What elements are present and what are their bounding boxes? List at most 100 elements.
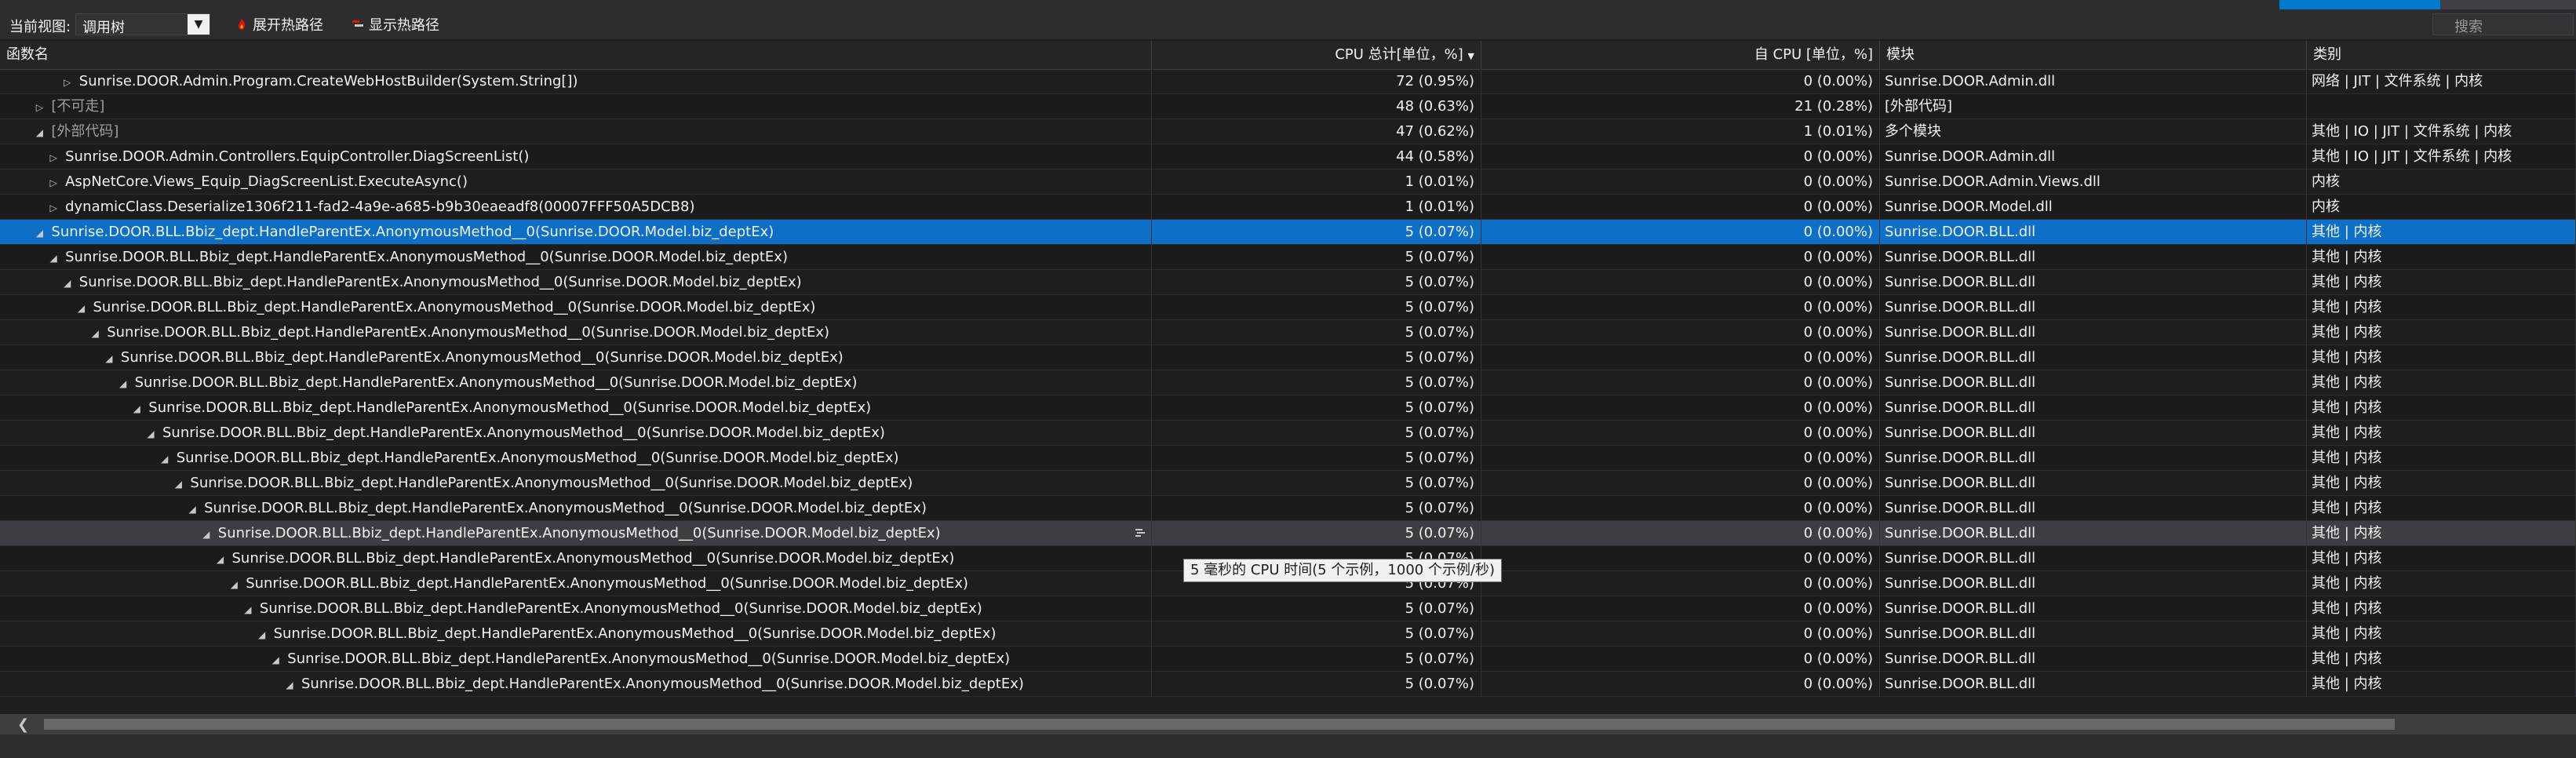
- function-name-cell[interactable]: ▷ dynamicClass.Deserialize1306f211-fad2-4…: [0, 195, 1152, 220]
- table-row[interactable]: ◢ Sunrise.DOOR.BLL.Bbiz_dept.HandleParent…: [0, 345, 2576, 370]
- function-name-cell[interactable]: ▷ Sunrise.DOOR.Admin.Program.CreateWebHos…: [0, 69, 1152, 94]
- expanded-triangle-icon[interactable]: ◢: [213, 548, 228, 571]
- expanded-triangle-icon[interactable]: ◢: [116, 372, 130, 395]
- category-cell: 内核: [2307, 195, 2576, 220]
- function-name-cell[interactable]: ▷ AspNetCore.Views_Equip_DiagScreenList.E…: [0, 169, 1152, 195]
- expanded-triangle-icon[interactable]: ◢: [241, 598, 255, 621]
- table-row[interactable]: ◢ Sunrise.DOOR.BLL.Bbiz_dept.HandleParent…: [0, 245, 2576, 270]
- function-name-cell[interactable]: ◢ Sunrise.DOOR.BLL.Bbiz_dept.HandleParent…: [0, 421, 1152, 446]
- expanded-triangle-icon[interactable]: ◢: [32, 221, 46, 245]
- table-row[interactable]: ◢ Sunrise.DOOR.BLL.Bbiz_dept.HandleParent…: [0, 471, 2576, 496]
- table-row[interactable]: ▷ [不可走] 48 (0.63%) 21 (0.28%) [外部代码]: [0, 94, 2576, 119]
- flame-icon: [239, 19, 246, 30]
- function-name-cell[interactable]: ◢ Sunrise.DOOR.BLL.Bbiz_dept.HandleParent…: [0, 496, 1152, 521]
- expanded-triangle-icon[interactable]: ◢: [144, 422, 158, 446]
- function-name-cell[interactable]: ◢ Sunrise.DOOR.BLL.Bbiz_dept.HandleParent…: [0, 471, 1152, 496]
- module-cell: Sunrise.DOOR.BLL.dll: [1880, 345, 2307, 370]
- function-name-cell[interactable]: ◢ Sunrise.DOOR.BLL.Bbiz_dept.HandleParent…: [0, 446, 1152, 471]
- expanded-triangle-icon[interactable]: ◢: [185, 497, 199, 521]
- category-cell: 其他 | 内核: [2307, 571, 2576, 596]
- function-name-cell[interactable]: ◢ Sunrise.DOOR.BLL.Bbiz_dept.HandleParent…: [0, 320, 1152, 345]
- category-cell: 其他 | 内核: [2307, 370, 2576, 395]
- module-cell: Sunrise.DOOR.Admin.dll: [1880, 144, 2307, 169]
- expanded-triangle-icon[interactable]: ◢: [32, 121, 46, 144]
- chevron-down-icon[interactable]: ▼: [188, 14, 210, 35]
- expanded-triangle-icon[interactable]: ◢: [88, 322, 102, 345]
- expanded-triangle-icon[interactable]: ◢: [75, 297, 89, 320]
- expanded-triangle-icon[interactable]: ◢: [46, 246, 60, 270]
- cpu-total-cell: 5 (0.07%): [1152, 521, 1481, 546]
- function-name-cell[interactable]: ◢ Sunrise.DOOR.BLL.Bbiz_dept.HandleParent…: [0, 596, 1152, 621]
- table-row[interactable]: ◢ Sunrise.DOOR.BLL.Bbiz_dept.HandleParent…: [0, 220, 2576, 245]
- function-name-cell[interactable]: ▷ [不可走]: [0, 94, 1152, 119]
- function-name-cell[interactable]: ◢ Sunrise.DOOR.BLL.Bbiz_dept.HandleParent…: [0, 295, 1152, 320]
- table-row[interactable]: ◢ Sunrise.DOOR.BLL.Bbiz_dept.HandleParent…: [0, 395, 2576, 421]
- function-name-cell[interactable]: ◢ [外部代码]: [0, 119, 1152, 144]
- expanded-triangle-icon[interactable]: ◢: [199, 523, 213, 546]
- expanded-triangle-icon[interactable]: ◢: [282, 673, 297, 697]
- scrollbar-thumb[interactable]: [44, 719, 2395, 730]
- function-name-cell[interactable]: ◢ Sunrise.DOOR.BLL.Bbiz_dept.HandleParent…: [0, 270, 1152, 295]
- column-header-function-name[interactable]: 函数名: [0, 41, 1152, 69]
- self-cpu-cell: 0 (0.00%): [1481, 395, 1880, 421]
- table-row[interactable]: ◢ Sunrise.DOOR.BLL.Bbiz_dept.HandleParent…: [0, 295, 2576, 320]
- expanded-triangle-icon[interactable]: ◢: [102, 347, 116, 370]
- function-name-cell[interactable]: ◢ Sunrise.DOOR.BLL.Bbiz_dept.HandleParent…: [0, 672, 1152, 697]
- search-input[interactable]: [2432, 13, 2574, 35]
- table-row[interactable]: ◢ [外部代码] 47 (0.62%) 1 (0.01%) 多个模块 其他 | IO | …: [0, 119, 2576, 144]
- table-row[interactable]: ◢ Sunrise.DOOR.BLL.Bbiz_dept.HandleParent…: [0, 496, 2576, 521]
- table-row[interactable]: ▷ Sunrise.DOOR.Admin.Program.CreateWebHos…: [0, 69, 2576, 94]
- table-row[interactable]: ◢ Sunrise.DOOR.BLL.Bbiz_dept.HandleParent…: [0, 647, 2576, 672]
- module-cell: Sunrise.DOOR.BLL.dll: [1880, 395, 2307, 421]
- function-name-cell[interactable]: ◢ Sunrise.DOOR.BLL.Bbiz_dept.HandleParent…: [0, 647, 1152, 672]
- category-cell: 其他 | 内核: [2307, 345, 2576, 370]
- expanded-triangle-icon[interactable]: ◢: [158, 447, 172, 471]
- column-header-self-cpu[interactable]: 自 CPU [单位，%]: [1481, 41, 1880, 69]
- table-row[interactable]: ◢ Sunrise.DOOR.BLL.Bbiz_dept.HandleParent…: [0, 320, 2576, 345]
- table-row[interactable]: ◢ Sunrise.DOOR.BLL.Bbiz_dept.HandleParent…: [0, 446, 2576, 471]
- expanded-triangle-icon[interactable]: ◢: [129, 397, 144, 421]
- horizontal-scrollbar[interactable]: ❮: [0, 714, 2576, 734]
- table-row[interactable]: ◢ Sunrise.DOOR.BLL.Bbiz_dept.HandleParent…: [0, 370, 2576, 395]
- self-cpu-cell: 0 (0.00%): [1481, 245, 1880, 270]
- table-row[interactable]: ▷ AspNetCore.Views_Equip_DiagScreenList.E…: [0, 169, 2576, 195]
- scroll-left-icon[interactable]: ❮: [17, 716, 29, 733]
- function-name-cell[interactable]: ◢ Sunrise.DOOR.BLL.Bbiz_dept.HandleParent…: [0, 621, 1152, 647]
- expanded-triangle-icon[interactable]: ◢: [60, 271, 75, 295]
- table-row[interactable]: ◢ Sunrise.DOOR.BLL.Bbiz_dept.HandleParent…: [0, 421, 2576, 446]
- column-header-category[interactable]: 类别: [2307, 41, 2576, 69]
- module-cell: Sunrise.DOOR.Model.dll: [1880, 195, 2307, 220]
- table-row[interactable]: ▷ Sunrise.DOOR.Admin.Controllers.EquipCon…: [0, 144, 2576, 169]
- collapsed-triangle-icon[interactable]: ▷: [32, 96, 46, 119]
- table-row[interactable]: ▷ dynamicClass.Deserialize1306f211-fad2-4…: [0, 195, 2576, 220]
- expanded-triangle-icon[interactable]: ◢: [268, 648, 282, 672]
- table-row[interactable]: ◢ Sunrise.DOOR.BLL.Bbiz_dept.HandleParent…: [0, 270, 2576, 295]
- expand-hot-path-button[interactable]: 展开热路径: [235, 14, 323, 35]
- function-name-cell[interactable]: ◢ Sunrise.DOOR.BLL.Bbiz_dept.HandleParent…: [0, 245, 1152, 270]
- column-header-cpu-total[interactable]: CPU 总计[单位，%] ▼: [1152, 41, 1481, 69]
- table-row[interactable]: ◢ Sunrise.DOOR.BLL.Bbiz_dept.HandleParent…: [0, 596, 2576, 621]
- collapsed-triangle-icon[interactable]: ▷: [46, 146, 60, 169]
- table-row[interactable]: ◢ Sunrise.DOOR.BLL.Bbiz_dept.HandleParent…: [0, 521, 2576, 546]
- collapsed-triangle-icon[interactable]: ▷: [60, 71, 75, 94]
- function-name-cell[interactable]: ◢ Sunrise.DOOR.BLL.Bbiz_dept.HandleParent…: [0, 220, 1152, 245]
- function-name-cell[interactable]: ◢ Sunrise.DOOR.BLL.Bbiz_dept.HandleParent…: [0, 345, 1152, 370]
- function-name-cell[interactable]: ◢ Sunrise.DOOR.BLL.Bbiz_dept.HandleParent…: [0, 571, 1152, 596]
- view-select[interactable]: 调用树 ▼: [75, 13, 210, 36]
- table-row[interactable]: ◢ Sunrise.DOOR.BLL.Bbiz_dept.HandleParent…: [0, 672, 2576, 697]
- expanded-triangle-icon[interactable]: ◢: [227, 573, 241, 596]
- category-cell: 其他 | 内核: [2307, 546, 2576, 571]
- function-name-cell[interactable]: ◢ Sunrise.DOOR.BLL.Bbiz_dept.HandleParent…: [0, 370, 1152, 395]
- expanded-triangle-icon[interactable]: ◢: [255, 623, 269, 647]
- expanded-triangle-icon[interactable]: ◢: [171, 472, 185, 496]
- function-name-cell[interactable]: ◢ Sunrise.DOOR.BLL.Bbiz_dept.HandleParent…: [0, 395, 1152, 421]
- collapsed-triangle-icon[interactable]: ▷: [46, 196, 60, 220]
- column-header-module[interactable]: 模块: [1880, 41, 2307, 69]
- function-name-cell[interactable]: ▷ Sunrise.DOOR.Admin.Controllers.EquipCon…: [0, 144, 1152, 169]
- function-name-cell[interactable]: ◢ Sunrise.DOOR.BLL.Bbiz_dept.HandleParent…: [0, 546, 1152, 571]
- function-name-cell[interactable]: ◢ Sunrise.DOOR.BLL.Bbiz_dept.HandleParent…: [0, 521, 1152, 546]
- table-row[interactable]: ◢ Sunrise.DOOR.BLL.Bbiz_dept.HandleParent…: [0, 621, 2576, 647]
- show-hot-path-button[interactable]: 显示热路径: [352, 14, 439, 35]
- collapsed-triangle-icon[interactable]: ▷: [46, 171, 60, 195]
- cpu-total-cell: 5 (0.07%): [1152, 295, 1481, 320]
